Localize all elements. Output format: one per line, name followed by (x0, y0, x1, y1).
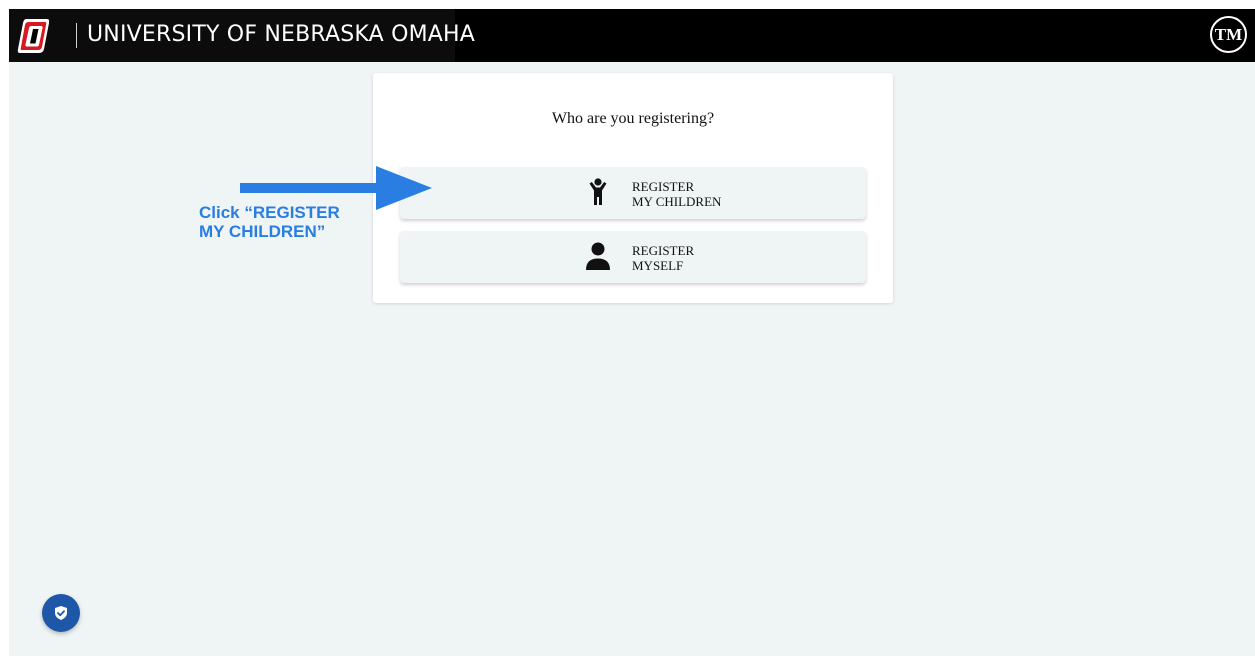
person-icon (586, 242, 610, 270)
top-bar: UNIVERSITY OF NEBRASKA OMAHA TM (9, 9, 1255, 62)
app-frame: UNIVERSITY OF NEBRASKA OMAHA TM Who are … (9, 9, 1255, 656)
shield-check-icon (55, 606, 67, 620)
register-myself-button[interactable]: REGISTER MYSELF (400, 231, 866, 283)
child-icon (589, 178, 607, 205)
uno-o-logo-icon (17, 19, 49, 53)
privacy-shield-button[interactable] (42, 594, 80, 632)
university-name: UNIVERSITY OF NEBRASKA OMAHA (87, 22, 476, 47)
user-avatar[interactable]: TM (1210, 16, 1247, 53)
university-brand[interactable]: UNIVERSITY OF NEBRASKA OMAHA (9, 9, 475, 62)
register-my-children-label: REGISTER MY CHILDREN (632, 179, 722, 209)
registration-card: Who are you registering? REGISTER MY CHI… (373, 73, 893, 303)
brand-divider (76, 23, 77, 48)
register-myself-label: REGISTER MYSELF (632, 243, 695, 273)
instruction-annotation: Click “REGISTER MY CHILDREN” (199, 203, 340, 241)
registration-question: Who are you registering? (551, 110, 715, 127)
register-my-children-button[interactable]: REGISTER MY CHILDREN (400, 167, 866, 219)
